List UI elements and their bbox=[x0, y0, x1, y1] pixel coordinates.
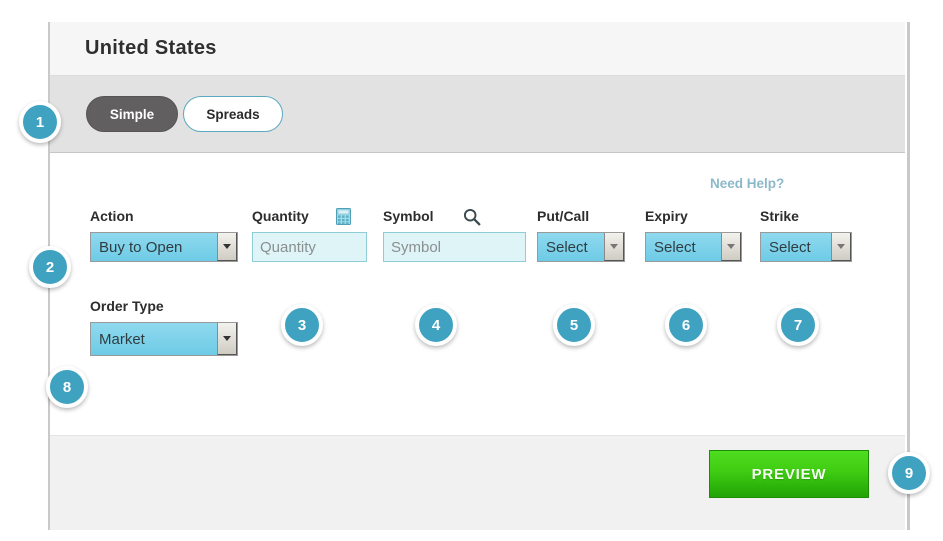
callout-number: 3 bbox=[297, 316, 307, 334]
expiry-select[interactable]: Select bbox=[645, 232, 742, 262]
callout-badge-7: 7 bbox=[777, 304, 819, 346]
field-quantity-label: Quantity bbox=[252, 208, 374, 226]
expiry-select-value: Select bbox=[654, 238, 696, 256]
need-help-link[interactable]: Need Help? bbox=[710, 176, 784, 191]
quantity-input[interactable]: Quantity bbox=[252, 232, 367, 262]
callout-badge-2: 2 bbox=[29, 246, 71, 288]
order-type-select[interactable]: Market bbox=[90, 322, 238, 356]
action-select-value: Buy to Open bbox=[99, 238, 183, 256]
field-put-call: Put/Call Select bbox=[537, 208, 632, 262]
callout-badge-4: 4 bbox=[415, 304, 457, 346]
field-expiry: Expiry Select bbox=[645, 208, 742, 262]
chevron-down-icon bbox=[217, 233, 237, 261]
chevron-down-icon bbox=[604, 233, 624, 261]
field-order-type: Order Type Market bbox=[90, 298, 240, 356]
field-action-label: Action bbox=[90, 208, 134, 224]
callout-badge-8: 8 bbox=[46, 366, 88, 408]
callout-number: 4 bbox=[431, 316, 441, 334]
callout-badge-1: 1 bbox=[19, 101, 61, 143]
panel-footer: PREVIEW bbox=[50, 435, 905, 530]
callout-number: 9 bbox=[904, 464, 914, 482]
field-expiry-label: Expiry bbox=[645, 208, 688, 224]
tab-strip: Simple Spreads bbox=[50, 76, 905, 153]
tab-simple[interactable]: Simple bbox=[86, 96, 178, 132]
chevron-down-icon bbox=[721, 233, 741, 261]
callout-number: 5 bbox=[569, 316, 579, 334]
put-call-select-value: Select bbox=[546, 238, 588, 256]
field-strike: Strike Select bbox=[760, 208, 855, 262]
put-call-select[interactable]: Select bbox=[537, 232, 625, 262]
strike-select-value: Select bbox=[769, 238, 811, 256]
callout-badge-5: 5 bbox=[553, 304, 595, 346]
search-icon[interactable] bbox=[462, 207, 482, 227]
field-put-call-label: Put/Call bbox=[537, 208, 590, 224]
preview-button[interactable]: PREVIEW bbox=[709, 450, 869, 498]
order-type-select-value: Market bbox=[99, 330, 145, 348]
strike-select[interactable]: Select bbox=[760, 232, 852, 262]
panel-header: United States bbox=[50, 22, 905, 76]
callout-badge-9: 9 bbox=[888, 452, 930, 494]
order-form: Need Help? Action Buy to Open Quantity Q… bbox=[50, 153, 905, 432]
field-symbol-label: Symbol bbox=[383, 208, 531, 226]
field-symbol: Symbol Symbol bbox=[383, 208, 531, 262]
callout-number: 8 bbox=[62, 378, 72, 396]
field-strike-label: Strike bbox=[760, 208, 799, 224]
chevron-down-icon bbox=[831, 233, 851, 261]
callout-badge-6: 6 bbox=[665, 304, 707, 346]
field-order-type-label: Order Type bbox=[90, 298, 164, 314]
tab-spreads[interactable]: Spreads bbox=[183, 96, 283, 132]
symbol-input[interactable]: Symbol bbox=[383, 232, 526, 262]
callout-number: 1 bbox=[35, 113, 45, 131]
page-title: United States bbox=[85, 37, 217, 59]
calculator-icon[interactable] bbox=[336, 208, 351, 225]
field-quantity: Quantity Quantity bbox=[252, 208, 374, 262]
callout-number: 2 bbox=[45, 258, 55, 276]
action-select[interactable]: Buy to Open bbox=[90, 232, 238, 262]
field-action: Action Buy to Open bbox=[90, 208, 238, 262]
tab-simple-label: Simple bbox=[109, 106, 155, 122]
callout-number: 6 bbox=[681, 316, 691, 334]
callout-number: 7 bbox=[793, 316, 803, 334]
tab-spreads-label: Spreads bbox=[206, 106, 260, 122]
callout-badge-3: 3 bbox=[281, 304, 323, 346]
chevron-down-icon bbox=[217, 323, 237, 355]
